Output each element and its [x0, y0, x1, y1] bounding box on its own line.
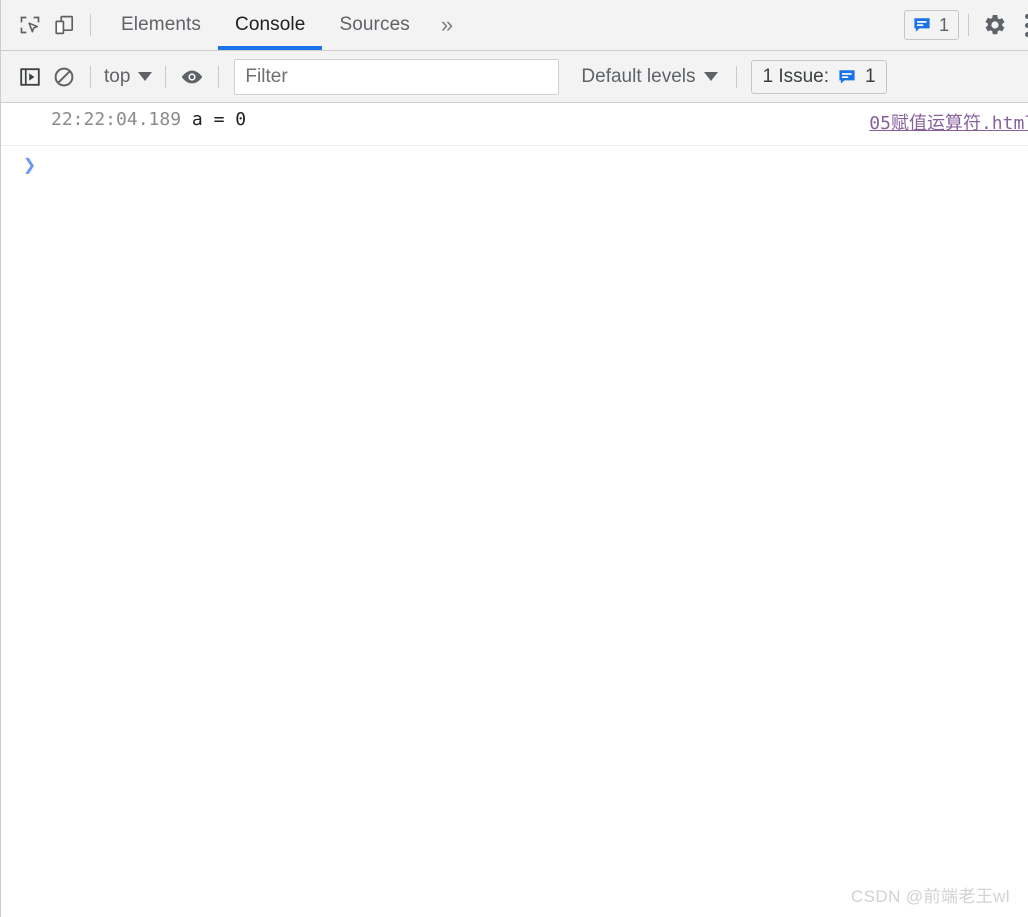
kebab-dot [1024, 13, 1028, 19]
execution-context-selector[interactable]: top [100, 66, 156, 88]
filter-input[interactable] [234, 58, 560, 95]
message-bubble-icon [839, 69, 855, 84]
tab-sources-label: Sources [339, 14, 410, 35]
kebab-menu-icon[interactable] [1012, 8, 1028, 42]
gear-icon[interactable] [978, 8, 1012, 42]
device-toolbar-icon-svg [55, 15, 74, 35]
csdn-watermark: CSDN @前端老王wl [850, 887, 1010, 906]
console-prompt-input[interactable] [36, 146, 1028, 186]
tab-console[interactable]: Console [218, 0, 323, 50]
gear-icon-svg [985, 14, 1005, 35]
console-toolbar-divider [90, 65, 91, 88]
console-message-body [181, 109, 192, 130]
devtools-tabbar: Elements Console Sources » 1 [1, 0, 1028, 51]
tab-elements-label: Elements [121, 14, 202, 35]
chevron-down-icon [138, 72, 153, 81]
tab-elements[interactable]: Elements [104, 0, 218, 50]
log-levels-selector[interactable]: Default levels [581, 65, 719, 88]
console-message-timestamp: 22:22:04.189 [51, 109, 182, 130]
execution-context-label: top [104, 65, 131, 87]
console-message-list[interactable]: 22:22:04.189 a = 0 05赋值运算符.html: ❯ CSDN … [1, 103, 1028, 917]
console-message-source-link[interactable]: 05赋值运算符.html: [869, 109, 1028, 135]
devtools-window: Elements Console Sources » 1 top Filter … [0, 0, 1028, 917]
console-prompt-row[interactable]: ❯ [1, 146, 1028, 186]
message-bubble-icon [914, 18, 930, 32]
chevron-down-icon [704, 72, 719, 81]
console-message-row[interactable]: 22:22:04.189 a = 0 05赋值运算符.html: [1, 103, 1028, 146]
console-sidebar-icon-svg [20, 67, 40, 86]
kebab-dot [1024, 31, 1028, 37]
clear-console-icon[interactable] [47, 60, 81, 94]
tabbar-divider [90, 14, 91, 36]
console-message-value: a = 0 [191, 109, 247, 130]
console-sidebar-icon[interactable] [13, 60, 47, 94]
more-tabs-label: » [440, 12, 454, 37]
eye-icon[interactable] [175, 60, 209, 94]
issues-counter-label: 1 Issue: [762, 65, 830, 87]
console-toolbar-divider [165, 65, 167, 88]
tabbar-left-actions [1, 0, 100, 50]
console-message-text: 22:22:04.189 a = 0 [1, 109, 869, 132]
tabbar-spacer [467, 0, 904, 50]
inspect-element-icon-svg [20, 16, 40, 34]
issues-counter-count: 1 [865, 65, 876, 87]
console-toolbar: top Default levels 1 Issue: 1 [1, 51, 1028, 103]
clear-console-icon-svg [54, 67, 74, 86]
tabbar-right-actions: 1 [903, 0, 1028, 50]
device-toolbar-icon[interactable] [47, 8, 81, 42]
console-toolbar-divider [218, 65, 220, 88]
inspect-element-icon[interactable] [13, 8, 47, 42]
tab-console-label: Console [235, 14, 306, 35]
kebab-dot [1024, 22, 1028, 28]
issues-badge-count: 1 [938, 14, 949, 35]
tab-sources[interactable]: Sources [322, 0, 426, 50]
console-toolbar-divider [736, 65, 738, 88]
devtools-tabs: Elements Console Sources » [104, 0, 467, 50]
tabbar-right-divider [968, 14, 969, 36]
eye-icon-svg [182, 70, 203, 83]
log-levels-label: Default levels [581, 65, 696, 87]
prompt-chevron-icon: ❯ [23, 153, 37, 178]
issues-counter-button[interactable]: 1 Issue: 1 [751, 59, 887, 94]
issues-badge-button[interactable]: 1 [903, 10, 959, 40]
more-tabs-chevron-icon[interactable]: » [427, 0, 467, 50]
